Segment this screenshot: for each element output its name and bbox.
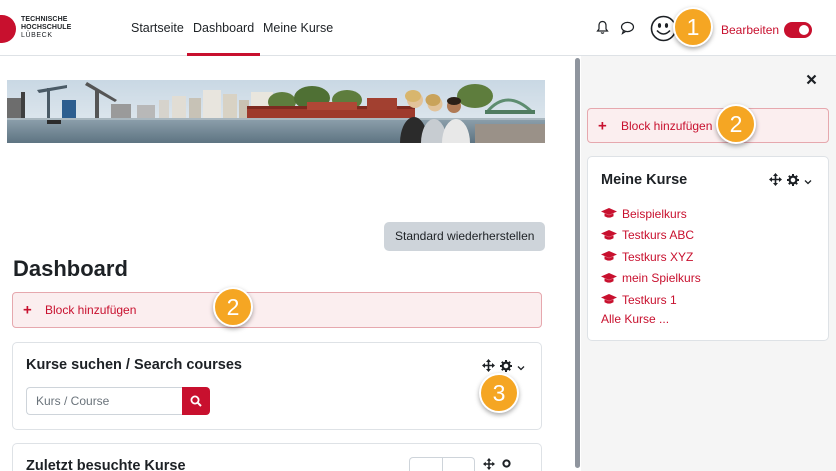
search-courses-title: Kurse suchen / Search courses	[26, 357, 242, 373]
logo-line-1: TECHNISCHE	[21, 16, 68, 23]
close-drawer-icon[interactable]	[806, 72, 817, 90]
callout-badge-2-main: 2	[213, 287, 253, 327]
graduation-cap-icon	[601, 272, 617, 283]
course-link-beispielkurs[interactable]: Beispielkurs	[601, 203, 701, 225]
add-block-button-main[interactable]: + Block hinzufügen	[12, 292, 542, 328]
logo-text: TECHNISCHE HOCHSCHULE LÜBECK	[21, 16, 71, 40]
course-label: Testkurs 1	[622, 292, 677, 307]
add-block-label: Block hinzufügen	[45, 303, 137, 317]
recent-gear-icon[interactable]	[501, 458, 512, 471]
logo-line-3: LÜBECK	[21, 32, 53, 39]
chevron-down-icon[interactable]	[804, 174, 812, 188]
course-label: mein Spielkurs	[622, 271, 701, 286]
my-courses-list: Beispielkurs Testkurs ABC Testkurs XYZ m…	[601, 203, 701, 311]
callout-badge-3: 3	[479, 373, 519, 413]
graduation-cap-icon	[601, 229, 617, 240]
graduation-cap-icon	[601, 208, 617, 218]
plus-icon: +	[598, 117, 607, 134]
graduation-cap-icon	[601, 294, 617, 304]
button-divider	[442, 458, 443, 471]
search-icon	[190, 395, 202, 407]
logo-mark	[0, 15, 16, 43]
move-icon[interactable]	[482, 359, 495, 375]
search-button[interactable]	[182, 387, 210, 415]
chevron-down-icon[interactable]	[517, 360, 525, 374]
gear-icon[interactable]	[787, 173, 799, 189]
logo-line-2: HOCHSCHULE	[21, 24, 72, 31]
header-banner-image	[7, 80, 545, 143]
graduation-cap-icon	[601, 251, 617, 261]
add-block-button-drawer[interactable]: + Block hinzufügen	[587, 108, 829, 143]
course-label: Testkurs ABC	[622, 228, 695, 243]
course-label: Beispielkurs	[622, 206, 687, 221]
search-courses-card: Kurse suchen / Search courses	[12, 342, 542, 430]
course-link-testkurs-1[interactable]: Testkurs 1	[601, 289, 701, 311]
nav-link-dashboard[interactable]: Dashboard	[186, 21, 261, 56]
nav-link-meine-kurse[interactable]: Meine Kurse	[263, 21, 333, 35]
restore-default-button[interactable]: Standard wiederherstellen	[384, 222, 546, 251]
page-title: Dashboard	[13, 256, 128, 281]
callout-badge-2-drawer: 2	[716, 104, 756, 144]
all-courses-link[interactable]: Alle Kurse ...	[601, 312, 669, 326]
plus-icon: +	[23, 301, 32, 319]
course-link-testkurs-xyz[interactable]: Testkurs XYZ	[601, 246, 701, 268]
edit-mode-toggle[interactable]	[784, 22, 812, 38]
bell-icon[interactable]	[596, 20, 609, 38]
move-icon[interactable]	[769, 173, 782, 189]
course-link-mein-spielkurs[interactable]: mein Spielkurs	[601, 268, 701, 290]
my-courses-title: Meine Kurse	[601, 172, 688, 188]
course-search-input[interactable]	[26, 387, 183, 415]
recent-courses-nav-buttons[interactable]	[409, 457, 475, 471]
add-block-label: Block hinzufügen	[621, 118, 713, 133]
block-controls	[769, 173, 812, 189]
nav-link-startseite[interactable]: Startseite	[131, 21, 184, 35]
recent-move-icon[interactable]	[483, 458, 495, 471]
site-logo[interactable]: TECHNISCHE HOCHSCHULE LÜBECK	[0, 12, 80, 46]
course-label: Testkurs XYZ	[622, 249, 694, 264]
chat-bubble-icon[interactable]	[620, 21, 635, 38]
edit-mode-label[interactable]: Bearbeiten	[721, 23, 779, 37]
callout-badge-1: 1	[673, 7, 713, 47]
course-link-testkurs-abc[interactable]: Testkurs ABC	[601, 225, 701, 247]
main-scrollbar-thumb[interactable]	[575, 58, 580, 468]
recent-courses-title: Zuletzt besuchte Kurse	[26, 458, 186, 471]
